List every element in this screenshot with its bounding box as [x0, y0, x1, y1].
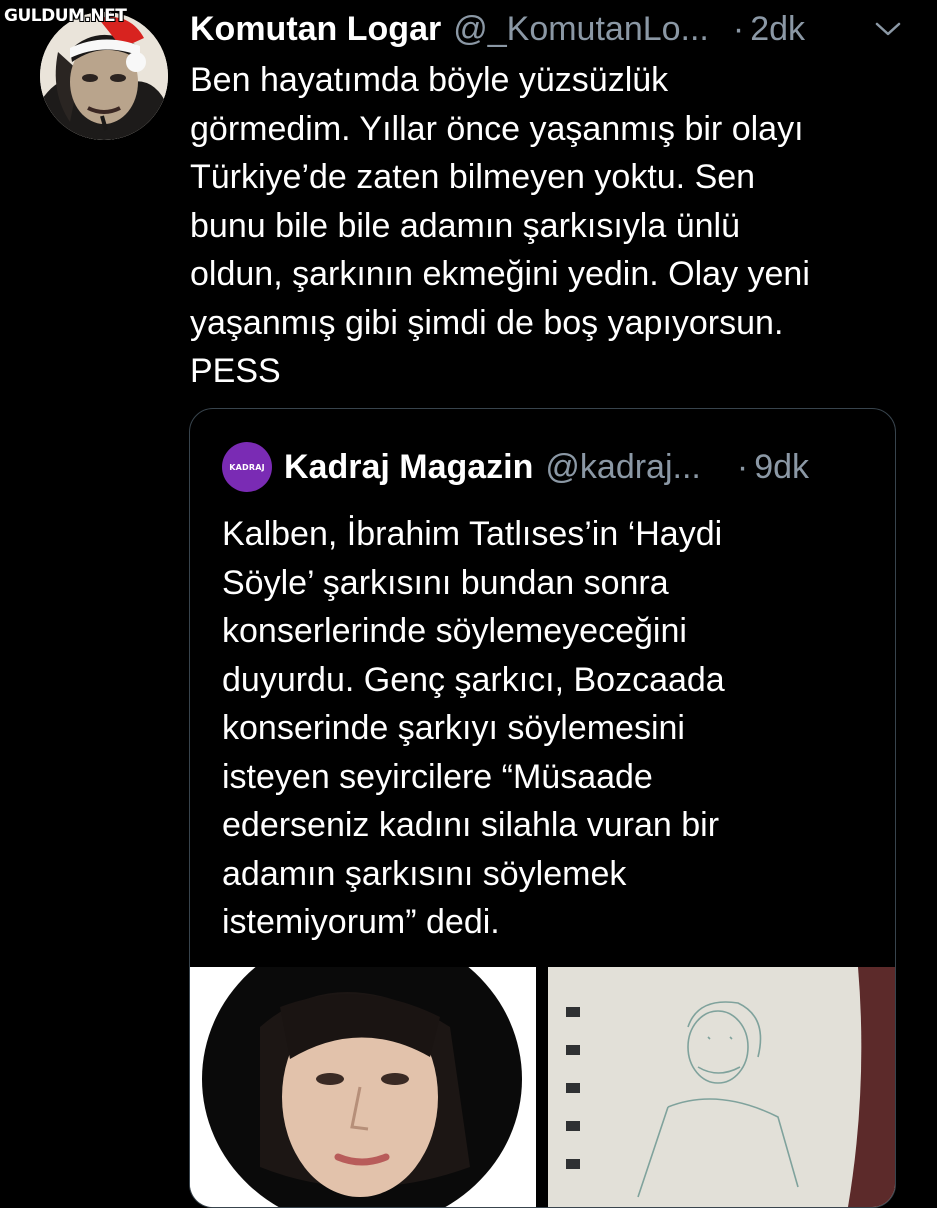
quoted-avatar-text: KADRAJ — [229, 462, 265, 472]
author-name[interactable]: Komutan Logar — [190, 10, 441, 49]
tweet-text: Ben hayatımda böyle yüzsüzlük görmedim. … — [190, 61, 810, 390]
tweet-header: Komutan Logar @_KomutanLo... · 2dk — [190, 6, 910, 52]
quoted-author-handle[interactable]: @kadraj... — [545, 448, 700, 487]
quoted-media-portrait[interactable] — [190, 967, 536, 1207]
portrait-image — [190, 967, 536, 1207]
quoted-tweet-card[interactable]: KADRAJ Kadraj Magazin @kadraj... · 9dk K… — [189, 408, 896, 1208]
quoted-tweet-header: KADRAJ Kadraj Magazin @kadraj... · 9dk — [222, 441, 862, 493]
author-avatar[interactable] — [40, 12, 168, 140]
quoted-media-sketch[interactable] — [548, 967, 895, 1207]
quoted-tweet-time[interactable]: 9dk — [754, 448, 809, 487]
watermark-logo: GULDUM.NET — [4, 6, 127, 26]
separator-dot: · — [732, 9, 745, 48]
avatar-image — [40, 12, 168, 140]
chevron-down-icon[interactable] — [874, 19, 902, 39]
sketch-image — [548, 967, 895, 1207]
quoted-tweet-text: Kalben, İbrahim Tatlıses’in ‘Haydi Söyle… — [222, 515, 725, 941]
quoted-author-name[interactable]: Kadraj Magazin — [284, 448, 533, 487]
separator-dot: · — [736, 447, 749, 486]
tweet-time[interactable]: 2dk — [750, 10, 805, 49]
quoted-author-avatar[interactable]: KADRAJ — [222, 442, 272, 492]
author-handle[interactable]: @_KomutanLo... — [453, 10, 709, 49]
